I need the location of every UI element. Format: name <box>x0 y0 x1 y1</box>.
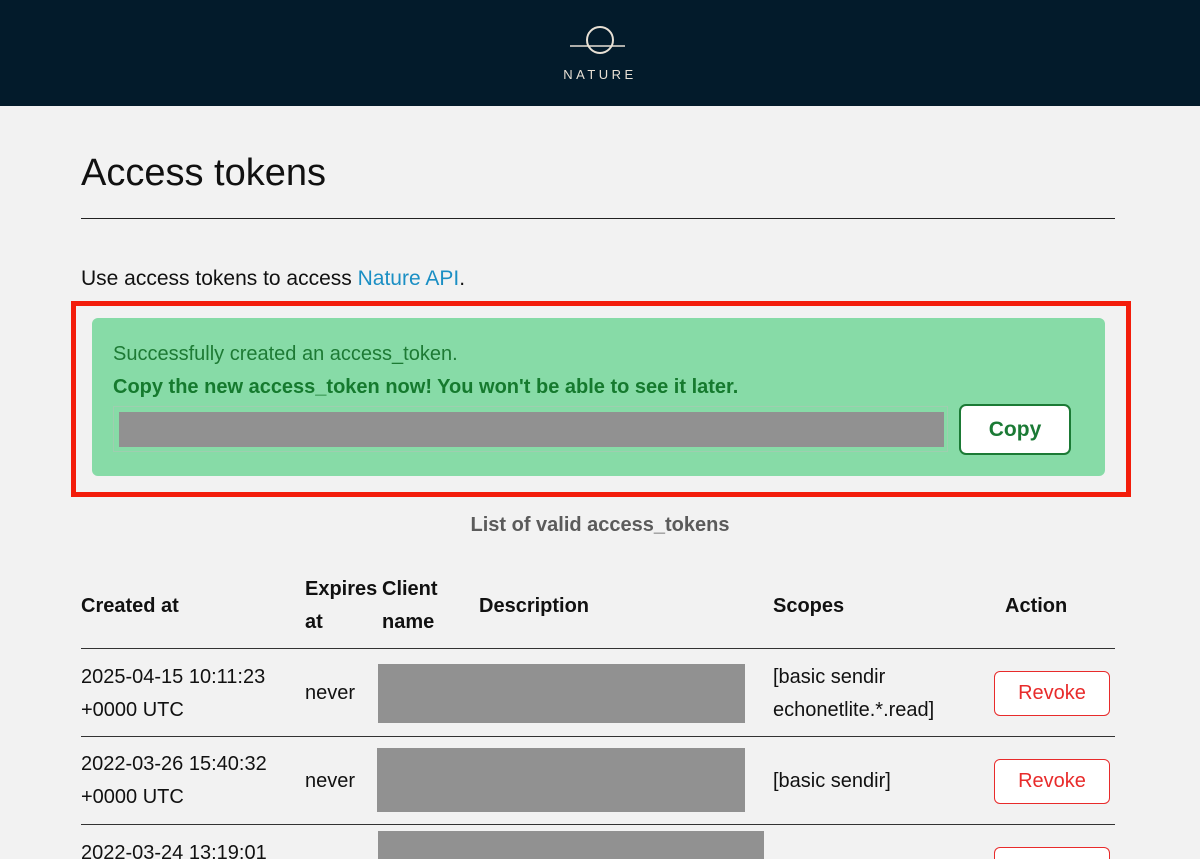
row2-expires: never <box>305 770 356 792</box>
copy-button[interactable]: Copy <box>959 404 1071 455</box>
header-divider <box>81 648 1115 649</box>
header-description: Description <box>479 595 590 617</box>
title-divider <box>81 218 1115 219</box>
row3-redacted-client-description <box>378 831 764 859</box>
header-expires-at-line1: Expires <box>305 578 378 600</box>
intro-suffix: . <box>459 267 466 290</box>
row1-scopes-line2: echonetlite.*.read] <box>773 699 935 721</box>
row1-expires: never <box>305 682 356 704</box>
row2-scopes-line1: [basic sendir] <box>773 770 891 792</box>
planet-horizon-icon <box>570 26 625 54</box>
row3-created-line1: 2022-03-24 13:19:01 <box>81 842 267 859</box>
header-action: Action <box>1005 595 1068 617</box>
row1-scopes-line1: [basic sendir <box>773 666 886 688</box>
token-redacted <box>119 412 944 447</box>
brand-name: NATURE <box>563 67 637 82</box>
row1-redacted-client-description <box>378 664 745 723</box>
alert-message: Successfully created an access_token. <box>113 343 458 365</box>
row1-revoke-button[interactable]: Revoke <box>994 671 1110 716</box>
alert-warning: Copy the new access_token now! You won't… <box>113 376 739 398</box>
row2-revoke-button[interactable]: Revoke <box>994 759 1110 804</box>
row3-revoke-button[interactable] <box>994 847 1110 859</box>
row2-created-line1: 2022-03-26 15:40:32 <box>81 753 267 775</box>
nature-api-link[interactable]: Nature API <box>358 267 460 290</box>
header-created-at: Created at <box>81 595 179 617</box>
success-alert: Successfully created an access_token. Co… <box>92 318 1105 476</box>
list-caption: List of valid access_tokens <box>470 514 730 536</box>
row1-divider <box>81 736 1115 737</box>
row1-created-line1: 2025-04-15 10:11:23 <box>81 666 266 688</box>
top-bar: NATURE <box>0 0 1200 106</box>
row1-created-line2: +0000 UTC <box>81 699 184 721</box>
row2-divider <box>81 824 1115 825</box>
nature-logo[interactable]: NATURE <box>555 22 645 84</box>
row2-redacted-client-description <box>377 748 745 812</box>
page-title: Access tokens <box>81 152 326 194</box>
intro-prefix: Use access tokens to access <box>81 267 358 290</box>
header-client-name-line1: Client <box>382 578 438 600</box>
token-field[interactable] <box>113 406 948 452</box>
header-expires-at-line2: at <box>305 611 323 633</box>
header-client-name-line2: name <box>382 611 435 633</box>
row2-created-line2: +0000 UTC <box>81 786 184 808</box>
header-scopes: Scopes <box>773 595 845 617</box>
intro-text: Use access tokens to access Nature API. <box>81 267 465 291</box>
